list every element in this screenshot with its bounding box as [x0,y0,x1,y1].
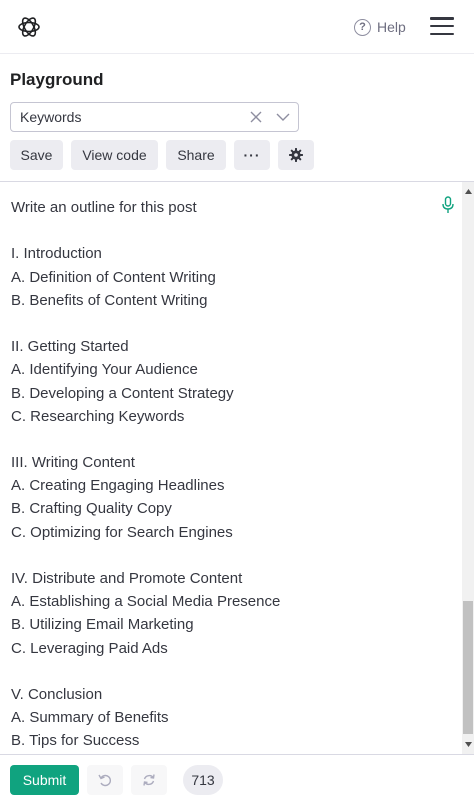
more-options-button[interactable]: ··· [234,140,270,170]
prompt-line [11,660,441,683]
prompt-line: IV. Distribute and Promote Content [11,570,243,587]
regenerate-icon [143,774,155,786]
submit-button[interactable]: Submit [10,765,79,795]
preset-select[interactable]: Keywords [10,102,299,132]
prompt-editor[interactable]: Write an outline for this post I. Introdu… [0,181,474,754]
menu-bar [430,24,454,28]
prompt-line: B. Benefits of Content Writing [11,291,208,309]
prompt-line: C. Researching Keywords [11,407,185,425]
prompt-line: V. Conclusion [11,685,103,703]
prompt-line: B. Tips for Success [11,732,140,750]
hamburger-menu-icon[interactable] [430,17,454,35]
prompt-line: Write an outline for this post [11,199,197,216]
prompt-line: A. Summary of Benefits [11,709,169,727]
scroll-down-arrow[interactable] [462,739,474,749]
save-button[interactable]: Save [10,140,63,170]
prompt-line [11,312,441,335]
undo-icon [98,774,111,787]
prompt-line [11,428,441,451]
prompt-line: A. Establishing a Social Media Presence [11,593,281,611]
prompt-line: II. Getting Started [11,338,129,356]
chevron-down-icon[interactable] [268,106,298,128]
microphone-icon[interactable] [441,196,455,214]
prompt-line: A. Definition of Content Writing [11,268,216,286]
prompt-line: B. Utilizing Email Marketing [11,616,194,634]
menu-bar [430,32,454,35]
close-icon[interactable] [245,106,267,128]
menu-bar [430,17,454,20]
editor-scrollbar[interactable] [462,182,474,754]
prompt-text[interactable]: Write an outline for this post I. Introdu… [11,196,441,753]
preset-select-value: Keywords [20,109,82,125]
bottom-bar: Submit 713 [0,754,474,804]
prompt-line: B. Crafting Quality Copy [11,500,172,518]
help-label: Help [377,19,406,35]
help-link[interactable]: ? Help [354,17,406,37]
share-button[interactable]: Share [166,140,226,170]
prompt-line: A. Creating Engaging Headlines [11,477,225,495]
prompt-line [11,544,441,567]
prompt-line: I. Introduction [11,245,102,263]
prompt-line: B. Developing a Content Strategy [11,384,234,402]
view-code-button[interactable]: View code [71,140,158,170]
settings-button[interactable] [278,140,314,170]
prompt-line: III. Writing Content [11,454,135,472]
undo-button[interactable] [87,765,123,795]
scrollbar-thumb[interactable] [463,601,473,734]
prompt-line: C. Optimizing for Search Engines [11,523,233,541]
top-bar: ? Help [0,0,474,54]
token-count-badge: 713 [183,765,223,795]
regenerate-button[interactable] [131,765,167,795]
prompt-line: C. Leveraging Paid Ads [11,639,168,657]
page-title: Playground [10,70,104,89]
prompt-line: A. Identifying Your Audience [11,361,198,379]
prompt-line [11,219,441,242]
gear-icon [289,148,303,162]
help-circle-icon: ? [354,18,371,36]
scroll-up-arrow[interactable] [462,186,474,196]
openai-logo-icon[interactable] [16,14,42,40]
